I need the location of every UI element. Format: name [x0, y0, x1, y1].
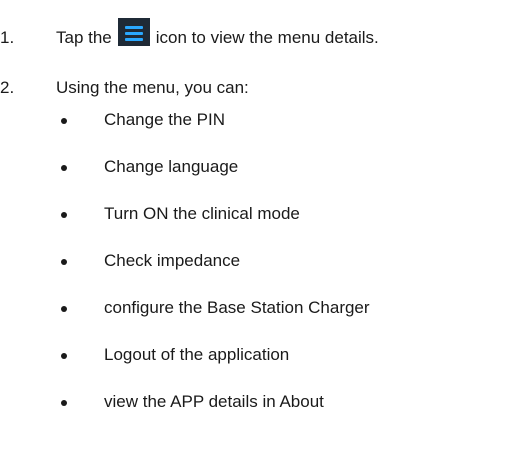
bullet-icon	[61, 212, 67, 218]
list-item-text: Logout of the application	[104, 345, 290, 364]
list-item-text: Turn ON the clinical mode	[104, 204, 300, 223]
step-number: 2.	[0, 78, 15, 97]
list-item-text: Change the PIN	[104, 110, 225, 129]
step-text-after-icon: icon to view the menu details.	[155, 28, 379, 47]
bullet-icon	[61, 259, 67, 265]
list-item-text: Check impedance	[104, 251, 241, 270]
step-number: 1.	[0, 28, 15, 47]
step-text-before-icon: Tap the	[56, 28, 112, 47]
instructions-document: 1. Tap the icon to view the menu details…	[0, 0, 516, 456]
bullet-icon	[61, 306, 67, 312]
list-item-text: configure the Base Station Charger	[104, 298, 370, 317]
hamburger-menu-icon	[117, 18, 150, 46]
bullet-icon	[61, 118, 67, 124]
list-item-text: view the APP details in About	[104, 392, 324, 411]
bullet-icon	[61, 400, 67, 406]
bullet-icon	[61, 353, 67, 359]
step-text: Using the menu, you can:	[56, 78, 249, 97]
step-2: 2. Using the menu, you can:	[0, 78, 249, 98]
step-1: 1. Tap the icon to view the menu details…	[0, 18, 379, 52]
list-item-text: Change language	[104, 157, 239, 176]
bullet-icon	[61, 165, 67, 171]
